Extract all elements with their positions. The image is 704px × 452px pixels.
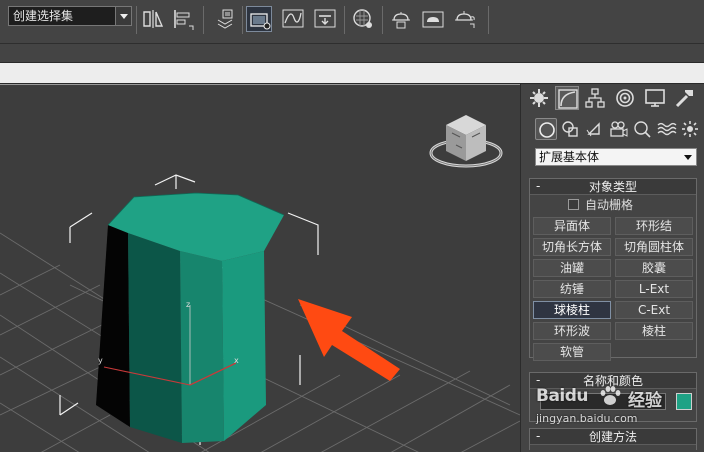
material-editor-icon[interactable] — [350, 6, 376, 32]
watermark-url: jingyan.baidu.com — [536, 412, 638, 425]
selection-set-dropdown[interactable]: 创建选择集 — [8, 6, 132, 26]
helpers-category[interactable] — [631, 118, 653, 140]
object-category-dropdown[interactable]: 扩展基本体 — [535, 148, 697, 166]
l-ext-button[interactable]: L-Ext — [615, 280, 693, 298]
align-icon[interactable] — [170, 6, 196, 32]
toolbar-separator — [344, 6, 345, 34]
ribbon-bar — [0, 44, 704, 62]
toolbar-separator — [136, 6, 137, 34]
object-category-value: 扩展基本体 — [539, 150, 600, 164]
gengon-button[interactable]: 球棱柱 — [533, 301, 611, 319]
chamfer-box-button[interactable]: 切角长方体 — [533, 238, 611, 256]
viewcube-icon[interactable] — [429, 115, 503, 168]
chamfer-cyl-button[interactable]: 切角圆柱体 — [615, 238, 693, 256]
create-tab[interactable] — [527, 86, 551, 110]
chevron-down-icon[interactable] — [682, 149, 694, 165]
lights-category[interactable] — [583, 118, 605, 140]
watermark-logo-text: Baidu — [536, 386, 589, 406]
modify-tab[interactable] — [555, 86, 579, 110]
viewport-scene: z x y — [0, 115, 520, 452]
main-toolbar: 创建选择集 — [0, 0, 704, 44]
utilities-tab[interactable] — [673, 86, 697, 110]
curve-editor-icon[interactable] — [280, 6, 306, 32]
cameras-category[interactable] — [607, 118, 629, 140]
chevron-down-icon[interactable] — [115, 7, 131, 25]
watermark-brand: 经验 — [628, 391, 662, 411]
toolbar-separator — [488, 6, 489, 34]
toolbar-separator — [242, 6, 243, 34]
toolbar-separator — [203, 6, 204, 34]
motion-tab[interactable] — [613, 86, 637, 110]
object-type-title: 对象类型 — [588, 180, 637, 194]
systems-category[interactable] — [679, 118, 701, 140]
prism-button[interactable]: 棱柱 — [615, 322, 693, 340]
checkbox-icon[interactable] — [568, 199, 579, 210]
object-type-header[interactable]: - 对象类型 — [530, 179, 696, 195]
space-warps-category[interactable] — [655, 118, 677, 140]
annotation-arrow-icon — [298, 299, 400, 381]
axis-label-z: z — [186, 300, 190, 309]
autogrid-label: 自动栅格 — [585, 198, 634, 212]
render-setup-icon[interactable] — [388, 6, 414, 32]
collapse-icon[interactable]: - — [536, 179, 540, 194]
axis-label-y: y — [98, 356, 103, 365]
spindle-button[interactable]: 纺锤 — [533, 280, 611, 298]
toolbar-separator — [382, 6, 383, 34]
ringwave-button[interactable]: 环形波 — [533, 322, 611, 340]
perspective-viewport[interactable]: z x y — [0, 84, 520, 452]
paw-icon — [600, 386, 621, 405]
render-production-icon[interactable] — [452, 6, 478, 32]
capsule-button[interactable]: 胶囊 — [615, 259, 693, 277]
oil-tank-button[interactable]: 油罐 — [533, 259, 611, 277]
hedra-button[interactable]: 异面体 — [533, 217, 611, 235]
display-tab[interactable] — [643, 86, 667, 110]
object-type-rollout: - 对象类型 自动栅格 异面体 环形结 切角长方体 切角圆柱体 油罐 胶囊 纺锤… — [529, 178, 697, 361]
schematic-view-icon[interactable] — [312, 6, 338, 32]
c-ext-button[interactable]: C-Ext — [615, 301, 693, 319]
selection-set-value: 创建选择集 — [13, 9, 74, 23]
ribbon-strip — [0, 62, 704, 84]
watermark: Baidu 经验 jingyan.baidu.com — [536, 384, 696, 436]
torus-knot-button[interactable]: 环形结 — [615, 217, 693, 235]
shapes-category[interactable] — [559, 118, 581, 140]
axis-label-x: x — [234, 356, 239, 365]
layer-manager-icon[interactable] — [212, 6, 238, 32]
hose-button[interactable]: 软管 — [533, 343, 611, 361]
mirror-icon[interactable] — [140, 6, 166, 32]
geometry-category[interactable] — [535, 118, 557, 140]
scene-explorer-icon[interactable] — [246, 6, 272, 32]
rendered-frame-icon[interactable] — [420, 6, 446, 32]
hierarchy-tab[interactable] — [583, 86, 607, 110]
autogrid-checkbox[interactable]: 自动栅格 — [568, 198, 633, 212]
